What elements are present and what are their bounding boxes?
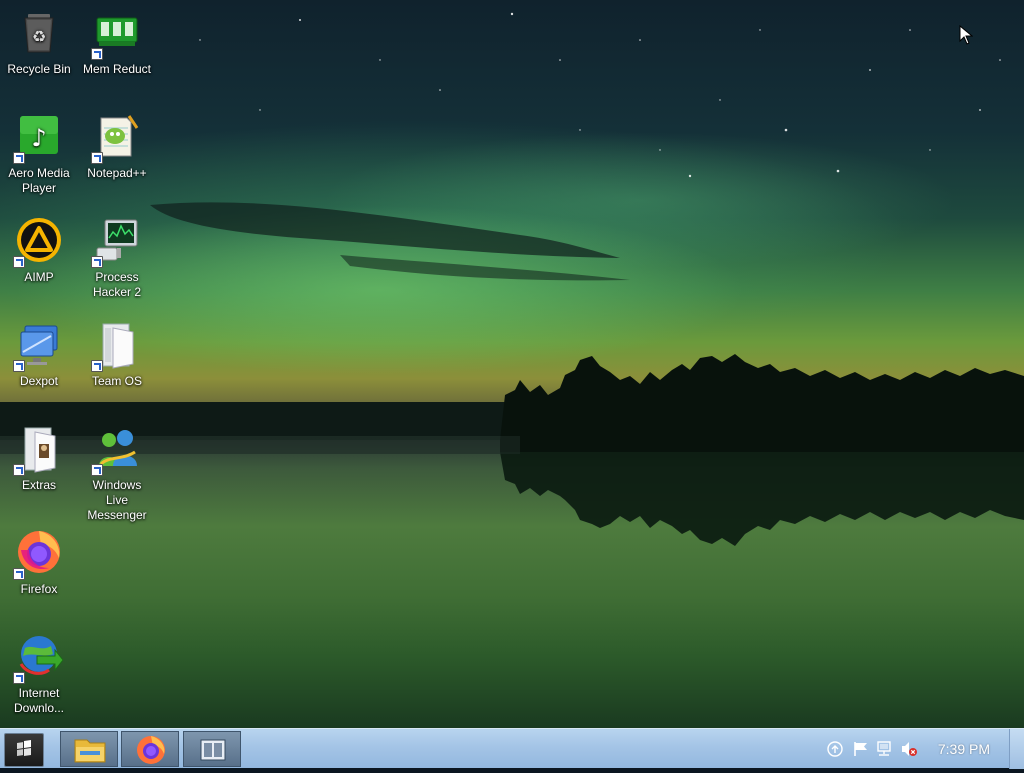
- desktop-icon-team-os[interactable]: Team OS: [78, 322, 156, 389]
- virtual-desktop-icon: [13, 322, 63, 372]
- firefox-icon: [13, 530, 63, 580]
- icon-label: Notepad++: [87, 166, 147, 180]
- aimp-icon: [13, 218, 63, 268]
- folder-icon: [91, 322, 141, 372]
- memory-icon: [91, 10, 141, 60]
- task-view-icon: [200, 739, 226, 761]
- icon-label: Dexpot: [19, 374, 59, 388]
- shortcut-arrow-icon: [13, 568, 25, 580]
- volume-muted-icon[interactable]: [900, 741, 918, 757]
- shortcut-arrow-icon: [13, 464, 25, 476]
- icon-label: Aero Media Player: [8, 166, 70, 195]
- shortcut-arrow-icon: [91, 464, 103, 476]
- desktop-icon-mem-reduct[interactable]: Mem Reduct: [78, 10, 156, 77]
- icon-label: Mem Reduct: [82, 62, 152, 76]
- icon-label: AIMP: [24, 270, 54, 284]
- shortcut-arrow-icon: [91, 360, 103, 372]
- taskbar: 7:39 PM: [0, 728, 1024, 769]
- taskbar-task-view-button[interactable]: [183, 731, 241, 767]
- desktop-icon-dexpot[interactable]: Dexpot: [0, 322, 78, 389]
- shortcut-arrow-icon: [13, 256, 25, 268]
- taskbar-clock[interactable]: 7:39 PM: [938, 741, 990, 757]
- recycle-bin-icon: ♻: [15, 10, 63, 58]
- taskbar-firefox-button[interactable]: [121, 731, 179, 767]
- mouse-cursor-icon: [959, 25, 973, 45]
- icon-label: Internet Downlo...: [13, 686, 65, 715]
- windows-logo-icon: [17, 740, 31, 757]
- shortcut-arrow-icon: [91, 256, 103, 268]
- desktop-icon-firefox[interactable]: Firefox: [0, 530, 78, 597]
- taskbar-file-explorer-button[interactable]: [60, 731, 118, 767]
- shortcut-arrow-icon: [91, 152, 103, 164]
- shortcut-arrow-icon: [13, 360, 25, 372]
- desktop-icon-aero-media-player[interactable]: ♪ Aero Media Player: [0, 114, 78, 196]
- icon-label: Extras: [21, 478, 56, 492]
- icon-label: Process Hacker 2: [92, 270, 142, 299]
- icon-label: Team OS: [91, 374, 142, 388]
- show-desktop-button[interactable]: [1009, 729, 1024, 769]
- shortcut-arrow-icon: [91, 48, 103, 60]
- file-explorer-icon: [74, 739, 106, 763]
- desktop-icon-windows-live-messenger[interactable]: Windows Live Messenger: [78, 426, 156, 523]
- messenger-icon: [91, 426, 141, 476]
- desktop-icon-aimp[interactable]: AIMP: [0, 218, 78, 285]
- flag-icon[interactable]: [852, 741, 870, 757]
- icon-label: Windows Live Messenger: [87, 478, 147, 522]
- start-button[interactable]: [4, 733, 44, 767]
- folder-icon: [13, 426, 63, 476]
- desktop-icon-internet-download-manager[interactable]: Internet Downlo...: [0, 634, 78, 716]
- desktop-icon-extras[interactable]: Extras: [0, 426, 78, 493]
- system-tray: 7:39 PM: [814, 729, 1024, 769]
- firefox-icon: [137, 736, 165, 764]
- desktop-icon-recycle-bin[interactable]: ♻ Recycle Bin: [0, 10, 78, 77]
- monitor-icon: [91, 218, 141, 268]
- icon-label: Firefox: [20, 582, 58, 596]
- notepad-icon: [91, 114, 141, 164]
- shortcut-arrow-icon: [13, 672, 25, 684]
- desktop-icon-notepad-plus-plus[interactable]: Notepad++: [78, 114, 156, 181]
- icon-label: Recycle Bin: [7, 62, 71, 76]
- shortcut-arrow-icon: [13, 152, 25, 164]
- desktop-icon-process-hacker-2[interactable]: Process Hacker 2: [78, 218, 156, 300]
- network-icon[interactable]: [876, 741, 894, 757]
- download-globe-icon: [13, 634, 64, 684]
- svg-text:♻: ♻: [32, 27, 46, 46]
- music-note-icon: ♪: [13, 114, 63, 164]
- svg-text:♪: ♪: [31, 124, 46, 152]
- upload-icon[interactable]: [826, 741, 844, 757]
